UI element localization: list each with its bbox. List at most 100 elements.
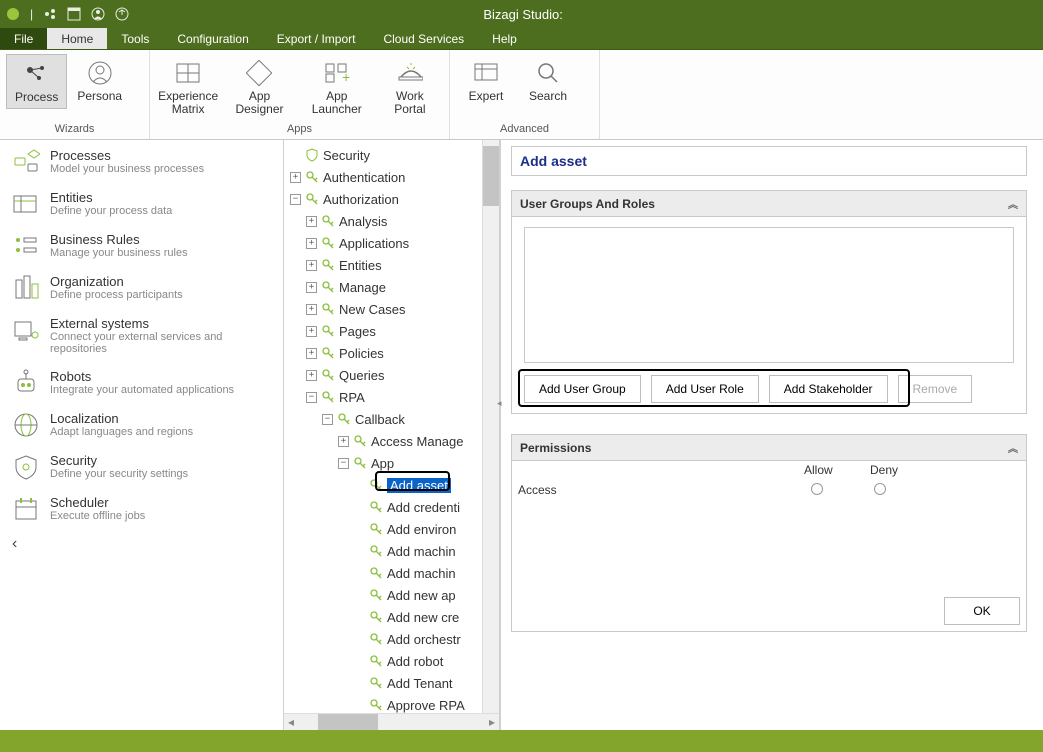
tree-node-app-child-5[interactable]: Add new ap	[288, 584, 482, 606]
menu-configuration[interactable]: Configuration	[163, 28, 262, 49]
tree-hscroll[interactable]: ◂▸	[284, 713, 499, 730]
tree-node-new-cases[interactable]: +New Cases	[288, 298, 482, 320]
sidebar-item-external-systems[interactable]: External systemsConnect your external se…	[0, 308, 283, 361]
tree-node-app-child-0[interactable]: Add asset	[288, 474, 482, 496]
splitter-handle[interactable]: ◂	[497, 398, 502, 409]
tree-node-app[interactable]: −App	[288, 452, 482, 474]
tree-node-applications[interactable]: +Applications	[288, 232, 482, 254]
sidebar-back[interactable]: ‹	[0, 529, 283, 559]
tree-label: Applications	[339, 236, 409, 251]
collapse-icon[interactable]: ︽	[1008, 196, 1018, 211]
menu-home[interactable]: Home	[47, 28, 107, 49]
tree-label: Access Manage	[371, 434, 464, 449]
sb-sub: Execute offline jobs	[50, 510, 145, 522]
ribbon-expert[interactable]: Expert	[456, 54, 516, 107]
tree-label: Manage	[339, 280, 386, 295]
tree-node-pages[interactable]: +Pages	[288, 320, 482, 342]
ribbon: Process Persona Wizards Experience Matri…	[0, 50, 1043, 140]
sidebar-item-organization[interactable]: OrganizationDefine process participants	[0, 266, 283, 308]
sidebar-item-scheduler[interactable]: SchedulerExecute offline jobs	[0, 487, 283, 529]
ribbon-work-portal[interactable]: Work Portal	[377, 54, 443, 120]
tree-node-app-child-8[interactable]: Add robot	[288, 650, 482, 672]
key-icon	[305, 170, 319, 184]
tb-icon-3[interactable]	[91, 7, 105, 21]
menu-tabs: File Home Tools Configuration Export / I…	[0, 28, 1043, 50]
statusbar	[0, 730, 1043, 752]
titlebar-icons: |	[6, 7, 129, 21]
sidebar-item-localization[interactable]: LocalizationAdapt languages and regions	[0, 403, 283, 445]
key-icon	[369, 500, 383, 514]
ribbon-persona[interactable]: Persona	[69, 54, 130, 109]
key-icon	[321, 258, 335, 272]
tree-root-security[interactable]: Security	[288, 144, 482, 166]
tree-node-queries[interactable]: +Queries	[288, 364, 482, 386]
key-icon	[353, 434, 367, 448]
sb-sub: Define your security settings	[50, 468, 188, 480]
menu-export-import[interactable]: Export / Import	[263, 28, 370, 49]
tree-node-rpa[interactable]: −RPA	[288, 386, 482, 408]
ribbon-process-label: Process	[15, 91, 58, 104]
collapse-icon[interactable]: ︽	[1008, 440, 1018, 455]
tree-node-app-child-2[interactable]: Add environ	[288, 518, 482, 540]
ribbon-process[interactable]: Process	[6, 54, 67, 109]
tree-label: Pages	[339, 324, 376, 339]
tree-node-app-child-6[interactable]: Add new cre	[288, 606, 482, 628]
permissions-panel-title: Permissions	[520, 441, 591, 455]
tree-node-manage[interactable]: +Manage	[288, 276, 482, 298]
ribbon-app-designer[interactable]: App Designer	[222, 54, 296, 120]
ribbon-experience-matrix[interactable]: Experience Matrix	[156, 54, 220, 120]
sidebar-item-robots[interactable]: RobotsIntegrate your automated applicati…	[0, 361, 283, 403]
groups-listbox[interactable]	[524, 227, 1014, 363]
add-user-group-button[interactable]: Add User Group	[524, 375, 641, 403]
access-deny-radio[interactable]	[874, 483, 886, 495]
ribbon-search[interactable]: Search	[518, 54, 578, 107]
tree-node-app-child-1[interactable]: Add credenti	[288, 496, 482, 518]
ribbon-app-launcher[interactable]: + App Launcher	[299, 54, 375, 120]
sidebar-item-business-rules[interactable]: Business RulesManage your business rules	[0, 224, 283, 266]
tree-vscroll[interactable]	[482, 140, 499, 713]
menu-cloud-services[interactable]: Cloud Services	[369, 28, 478, 49]
key-icon	[321, 390, 335, 404]
rules-icon	[12, 232, 40, 260]
tree-node-analysis[interactable]: +Analysis	[288, 210, 482, 232]
organization-icon	[12, 274, 40, 302]
sidebar-item-security[interactable]: SecurityDefine your security settings	[0, 445, 283, 487]
key-icon	[321, 236, 335, 250]
tb-icon-4[interactable]	[115, 7, 129, 21]
sidebar-item-entities[interactable]: EntitiesDefine your process data	[0, 182, 283, 224]
tree-node-app-child-3[interactable]: Add machin	[288, 540, 482, 562]
add-stakeholder-button[interactable]: Add Stakeholder	[769, 375, 888, 403]
remove-button[interactable]: Remove	[898, 375, 973, 403]
tree-label: App	[371, 456, 394, 471]
tree-node-access-manage[interactable]: +Access Manage	[288, 430, 482, 452]
tree-authorization[interactable]: −Authorization	[288, 188, 482, 210]
ok-button[interactable]: OK	[944, 597, 1020, 625]
menu-file[interactable]: File	[0, 28, 47, 49]
row-access-label: Access	[518, 483, 557, 497]
tree-authentication[interactable]: +Authentication	[288, 166, 482, 188]
key-icon	[369, 522, 383, 536]
tree-label: Add environ	[387, 522, 456, 537]
tb-icon-1[interactable]	[43, 7, 57, 21]
tree-node-app-child-4[interactable]: Add machin	[288, 562, 482, 584]
menu-tools[interactable]: Tools	[107, 28, 163, 49]
add-user-role-button[interactable]: Add User Role	[651, 375, 759, 403]
tree-node-app-child-10[interactable]: Approve RPA	[288, 694, 482, 713]
ribbon-group-wizards-label: Wizards	[6, 121, 143, 137]
key-icon	[321, 280, 335, 294]
tb-icon-2[interactable]	[67, 7, 81, 21]
key-icon	[305, 148, 319, 162]
tree-node-entities[interactable]: +Entities	[288, 254, 482, 276]
sidebar-item-processes[interactable]: ProcessesModel your business processes	[0, 140, 283, 182]
tree-node-app-child-9[interactable]: Add Tenant	[288, 672, 482, 694]
tree-node-app-child-7[interactable]: Add orchestr	[288, 628, 482, 650]
tree-label: Queries	[339, 368, 385, 383]
tree[interactable]: Security+Authentication−Authorization+An…	[284, 140, 482, 713]
menu-help[interactable]: Help	[478, 28, 531, 49]
tree-node-policies[interactable]: +Policies	[288, 342, 482, 364]
tree-node-callback[interactable]: −Callback	[288, 408, 482, 430]
access-allow-radio[interactable]	[811, 483, 823, 495]
key-icon	[321, 324, 335, 338]
sb-title: Organization	[50, 274, 183, 289]
sb-title: Business Rules	[50, 232, 188, 247]
